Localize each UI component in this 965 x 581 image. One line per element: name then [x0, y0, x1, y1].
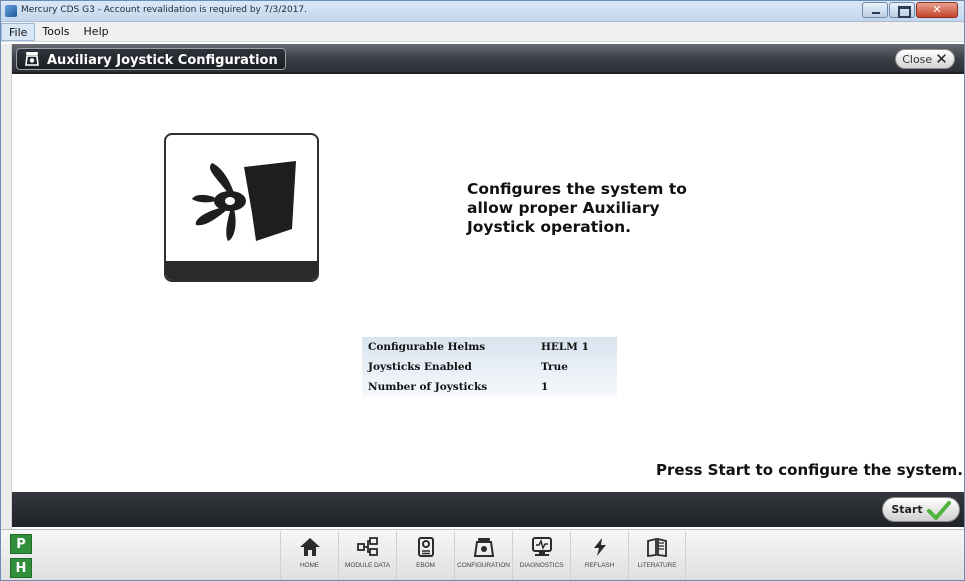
nav-home[interactable]: HOME — [280, 531, 338, 580]
page-title: Auxiliary Joystick Configuration — [47, 53, 278, 68]
outdrive-propeller-icon — [192, 161, 296, 241]
nav-label: CONFIGURATION — [457, 562, 510, 569]
row-label: Number of Joysticks — [368, 381, 488, 393]
ebom-icon — [417, 537, 434, 557]
module-data-icon — [356, 537, 378, 556]
nav-label: HOME — [299, 562, 320, 569]
main-content: Configures the system to allow proper Au… — [12, 76, 964, 491]
nav-label: REFLASH — [584, 562, 615, 569]
page-header: Auxiliary Joystick Configuration Close ✕ — [12, 44, 964, 74]
maximize-button[interactable] — [889, 2, 915, 18]
menu-tools[interactable]: Tools — [35, 23, 76, 41]
configuration-icon — [473, 538, 494, 557]
left-gutter — [1, 44, 12, 529]
feature-description: Configures the system to allow proper Au… — [467, 180, 687, 236]
nav-label: DIAGNOSTICS — [519, 562, 564, 569]
nav-diagnostics[interactable]: DIAGNOSTICS — [512, 531, 570, 580]
diagnostics-icon — [531, 537, 552, 556]
home-icon — [299, 538, 320, 556]
window-title: Mercury CDS G3 - Account revalidation is… — [21, 5, 308, 15]
table-row: Configurable Helms HELM 1 — [362, 337, 617, 357]
instruction-text: Press Start to configure the system. — [656, 461, 963, 479]
menu-bar: File Tools Help — [1, 22, 964, 42]
row-value: 1 — [541, 381, 549, 393]
nav-label: EBOM — [416, 562, 435, 569]
app-icon — [5, 5, 17, 17]
reflash-icon — [593, 538, 606, 556]
header-tab: Auxiliary Joystick Configuration — [16, 48, 286, 70]
close-icon: ✕ — [932, 3, 942, 16]
literature-icon — [647, 537, 667, 557]
window-controls: ✕ — [862, 2, 958, 18]
start-button-label: Start — [891, 503, 923, 516]
menu-help[interactable]: Help — [77, 23, 116, 41]
app-window: Mercury CDS G3 - Account revalidation is… — [0, 0, 965, 581]
nav-configuration[interactable]: CONFIGURATION — [454, 531, 512, 580]
close-button-label: Close — [902, 52, 933, 66]
nav-literature[interactable]: LITERATURE — [628, 531, 686, 580]
nav-ebom[interactable]: EBOM — [396, 531, 454, 580]
nav-label: MODULE DATA — [345, 562, 390, 569]
row-value: HELM 1 — [541, 341, 589, 353]
feature-illustration — [164, 133, 319, 282]
nav-module-data[interactable]: MODULE DATA — [338, 531, 396, 580]
illustration-footer — [166, 261, 317, 280]
table-row: Joysticks Enabled True — [362, 357, 617, 377]
row-label: Configurable Helms — [368, 341, 486, 353]
close-icon: ✕ — [935, 50, 948, 68]
configuration-summary-table: Configurable Helms HELM 1 Joysticks Enab… — [362, 337, 617, 397]
start-button[interactable]: Start — [882, 497, 960, 522]
minimize-button[interactable] — [862, 2, 888, 18]
checkmark-icon — [926, 500, 951, 520]
row-label: Joysticks Enabled — [368, 361, 472, 373]
close-button[interactable]: Close ✕ — [895, 49, 955, 69]
nav-label: LITERATURE — [637, 562, 677, 569]
table-row: Number of Joysticks 1 — [362, 377, 617, 397]
configuration-icon — [25, 52, 39, 66]
h-badge[interactable]: H — [10, 558, 32, 578]
row-value: True — [541, 361, 568, 373]
window-close-button[interactable]: ✕ — [916, 2, 958, 18]
nav-reflash[interactable]: REFLASH — [570, 531, 628, 580]
bottom-nav: P H HOME MODULE DATA EBOM CONFIGURATION … — [1, 529, 964, 580]
window-titlebar: Mercury CDS G3 - Account revalidation is… — [1, 1, 964, 22]
menu-file[interactable]: File — [1, 22, 36, 41]
action-bar: Start — [12, 492, 964, 527]
nav-group: HOME MODULE DATA EBOM CONFIGURATION DIAG… — [280, 531, 686, 580]
p-badge[interactable]: P — [10, 534, 32, 554]
